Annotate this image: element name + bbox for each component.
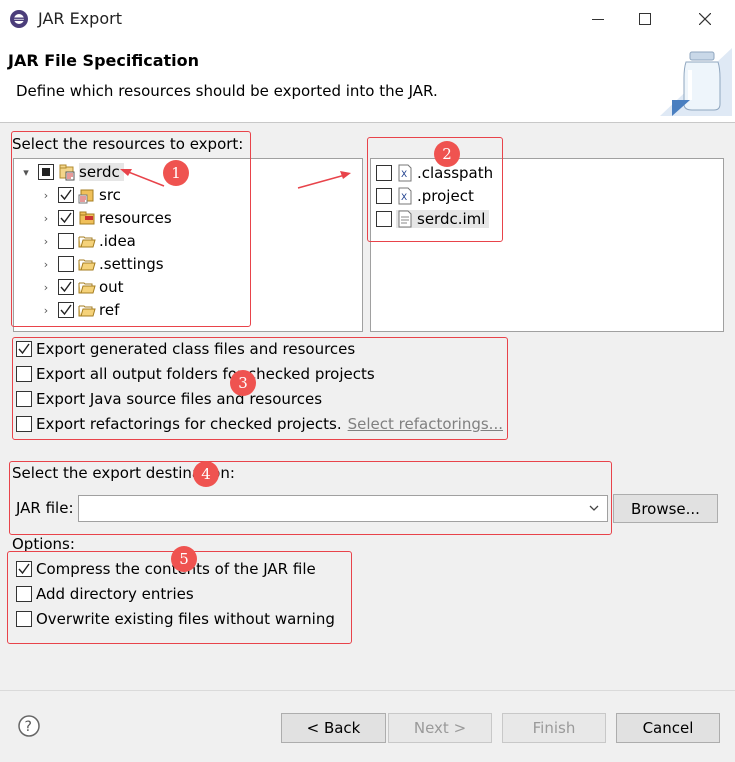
annotation-badge-3: 3	[230, 370, 256, 396]
annotation-badge-2: 2	[434, 141, 460, 167]
annotation-badge-1: 1	[163, 160, 189, 186]
annotation-badge-4: 4	[193, 461, 219, 487]
annotation-badge-5: 5	[171, 546, 197, 572]
annotation-arrows	[120, 169, 351, 189]
